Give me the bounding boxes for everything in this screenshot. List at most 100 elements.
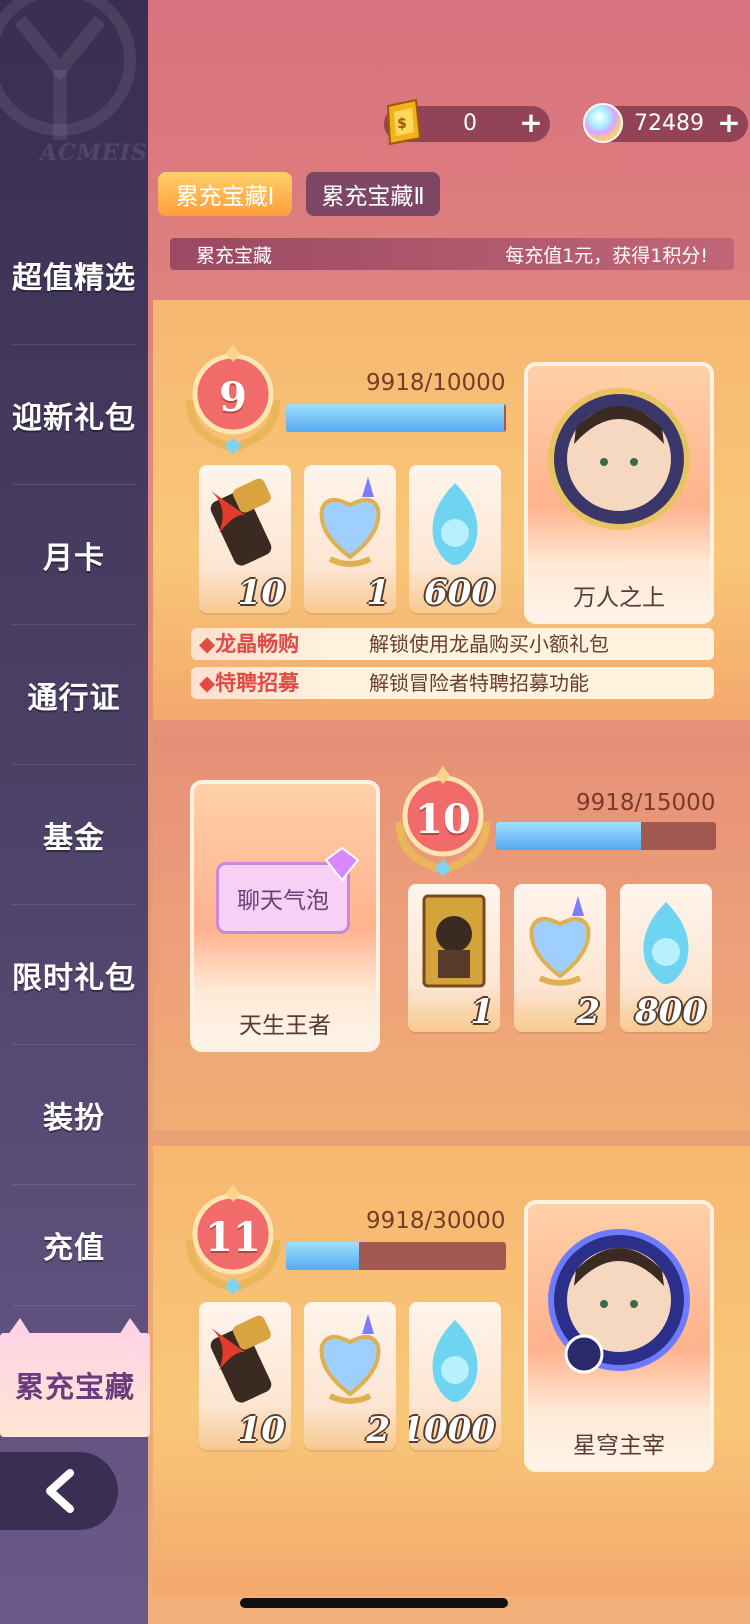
blue-crystal-heart-icon xyxy=(319,477,381,567)
sidebar-item-pass[interactable]: 通行证 xyxy=(12,625,136,765)
item-quantity: 600 xyxy=(424,573,495,613)
level-number: 11 xyxy=(205,1214,261,1261)
item-quantity: 2 xyxy=(576,992,600,1032)
blue-crystal-heart-icon xyxy=(319,1314,381,1404)
crystal-value: 72489 xyxy=(634,111,704,136)
reward-item[interactable]: 1 xyxy=(304,465,396,613)
scroll-icon xyxy=(210,1315,272,1403)
sidebar-item-welcome-pack[interactable]: 迎新礼包 xyxy=(12,345,136,485)
info-description: 每充值1元，获得1积分! xyxy=(505,244,708,267)
blue-crystal-heart-icon xyxy=(529,896,591,986)
progress-text: 9918/30000 xyxy=(366,1208,506,1234)
item-quantity: 1 xyxy=(366,573,390,613)
back-button[interactable] xyxy=(0,1452,118,1530)
level-badge: 10 xyxy=(388,762,498,882)
sidebar-item-limited-pack[interactable]: 限时礼包 xyxy=(12,905,136,1045)
home-indicator[interactable] xyxy=(240,1598,508,1608)
svg-text:$: $ xyxy=(397,116,407,132)
reward-item[interactable]: 2 xyxy=(304,1302,396,1450)
sidebar-item-label: 限时礼包 xyxy=(12,960,136,996)
grand-reward-panel[interactable]: 聊天气泡 天生王者 xyxy=(190,780,380,1052)
blue-flame-icon xyxy=(432,483,478,565)
tab-treasure-1[interactable]: 累充宝藏Ⅰ xyxy=(158,172,292,216)
level-badge: 11 xyxy=(178,1180,288,1300)
progress-text: 9918/10000 xyxy=(366,370,506,396)
perk-description: 解锁使用龙晶购买小额礼包 xyxy=(369,632,609,656)
sidebar-item-label: 充值 xyxy=(43,1231,105,1266)
progress-fill xyxy=(286,1242,359,1270)
progress-fill xyxy=(496,822,642,850)
sidebar-item-recharge[interactable]: 充值 xyxy=(12,1185,136,1306)
perk-description: 解锁冒险者特聘招募功能 xyxy=(369,671,589,695)
item-quantity: 1 xyxy=(470,992,494,1032)
sidebar-item-label: 装扮 xyxy=(43,1100,105,1136)
tab-label: 累充宝藏Ⅰ xyxy=(175,184,275,210)
info-bar: 累充宝藏 每充值1元，获得1积分! xyxy=(170,238,734,270)
add-crystal-button[interactable]: + xyxy=(716,106,742,142)
reward-item[interactable]: 600 xyxy=(409,465,501,613)
tab-label: 累充宝藏Ⅱ xyxy=(321,184,425,210)
character-card-icon xyxy=(422,894,486,988)
sidebar: ACMEIS 超值精选 迎新礼包 月卡 通行证 基金 限时礼包 装扮 充值 累充… xyxy=(0,0,150,1624)
grand-reward-panel[interactable]: 万人之上 xyxy=(524,362,714,624)
reward-item[interactable]: 1 xyxy=(408,884,500,1032)
reward-title: 万人之上 xyxy=(573,585,665,611)
chat-bubble-text: 聊天气泡 xyxy=(237,888,329,914)
info-title: 累充宝藏 xyxy=(196,244,273,267)
reward-item[interactable]: 800 xyxy=(620,884,712,1032)
gold-ticket-icon: $ xyxy=(386,98,422,146)
blue-flame-icon xyxy=(643,902,689,984)
avatar-frame-icon xyxy=(548,388,690,530)
sidebar-item-label: 累充宝藏 xyxy=(14,1370,135,1404)
reward-item[interactable]: 10 xyxy=(199,465,291,613)
sidebar-item-label: 超值精选 xyxy=(12,260,136,296)
level-number: 9 xyxy=(219,374,247,421)
sidebar-item-featured[interactable]: 超值精选 xyxy=(12,205,136,345)
item-quantity: 1000 xyxy=(409,1410,495,1450)
tab-treasure-2[interactable]: 累充宝藏Ⅱ xyxy=(306,172,440,216)
sidebar-item-label: 月卡 xyxy=(43,540,105,576)
sidebar-item-monthly-card[interactable]: 月卡 xyxy=(12,485,136,625)
add-gold-button[interactable]: + xyxy=(518,106,544,142)
avatar-frame-icon xyxy=(548,1229,690,1374)
sidebar-item-label: 基金 xyxy=(43,820,105,856)
perk-row: ◆龙晶畅购 解锁使用龙晶购买小额礼包 xyxy=(191,628,714,660)
perk-row: ◆特聘招募 解锁冒险者特聘招募功能 xyxy=(191,667,714,699)
grand-reward-panel[interactable]: 星穹主宰 xyxy=(524,1200,714,1472)
progress-text: 9918/15000 xyxy=(576,790,716,816)
item-quantity: 2 xyxy=(366,1410,390,1450)
progress-bar xyxy=(496,822,716,850)
crystal-currency: 72489 + xyxy=(583,103,748,143)
logo-watermark: ACMEIS xyxy=(0,0,148,170)
reward-item[interactable]: 2 xyxy=(514,884,606,1032)
item-quantity: 10 xyxy=(237,573,285,613)
sidebar-item-label: 通行证 xyxy=(27,680,121,716)
progress-bar xyxy=(286,1242,506,1270)
blue-flame-icon xyxy=(432,1320,478,1402)
chevron-left-icon xyxy=(46,1469,74,1513)
reward-title: 星穹主宰 xyxy=(573,1433,665,1459)
emblem-icon xyxy=(0,0,136,140)
gold-value: 0 xyxy=(463,111,477,136)
logo-text: ACMEIS xyxy=(40,140,148,166)
sidebar-item-cumulative-treasure[interactable]: 累充宝藏 xyxy=(0,1333,150,1437)
reward-title: 天生王者 xyxy=(239,1013,331,1039)
item-quantity: 10 xyxy=(237,1410,285,1450)
gold-currency: $ 0 + xyxy=(384,98,550,146)
scroll-icon xyxy=(210,478,272,566)
sidebar-item-label: 迎新礼包 xyxy=(12,400,136,436)
progress-bar xyxy=(286,404,506,432)
progress-fill xyxy=(286,404,505,432)
item-quantity: 800 xyxy=(635,992,706,1032)
gem-icon xyxy=(324,846,360,882)
sidebar-nav: 超值精选 迎新礼包 月卡 通行证 基金 限时礼包 装扮 充值 xyxy=(0,205,148,1306)
reward-item[interactable]: 1000 xyxy=(409,1302,501,1450)
level-number: 10 xyxy=(415,796,471,843)
perk-tag: ◆特聘招募 xyxy=(191,667,343,699)
sidebar-item-outfit[interactable]: 装扮 xyxy=(12,1045,136,1185)
sidebar-item-fund[interactable]: 基金 xyxy=(12,765,136,905)
reward-item[interactable]: 10 xyxy=(199,1302,291,1450)
level-badge: 9 xyxy=(178,340,288,460)
perk-tag: ◆龙晶畅购 xyxy=(191,628,343,660)
rainbow-crystal-icon xyxy=(583,103,623,143)
